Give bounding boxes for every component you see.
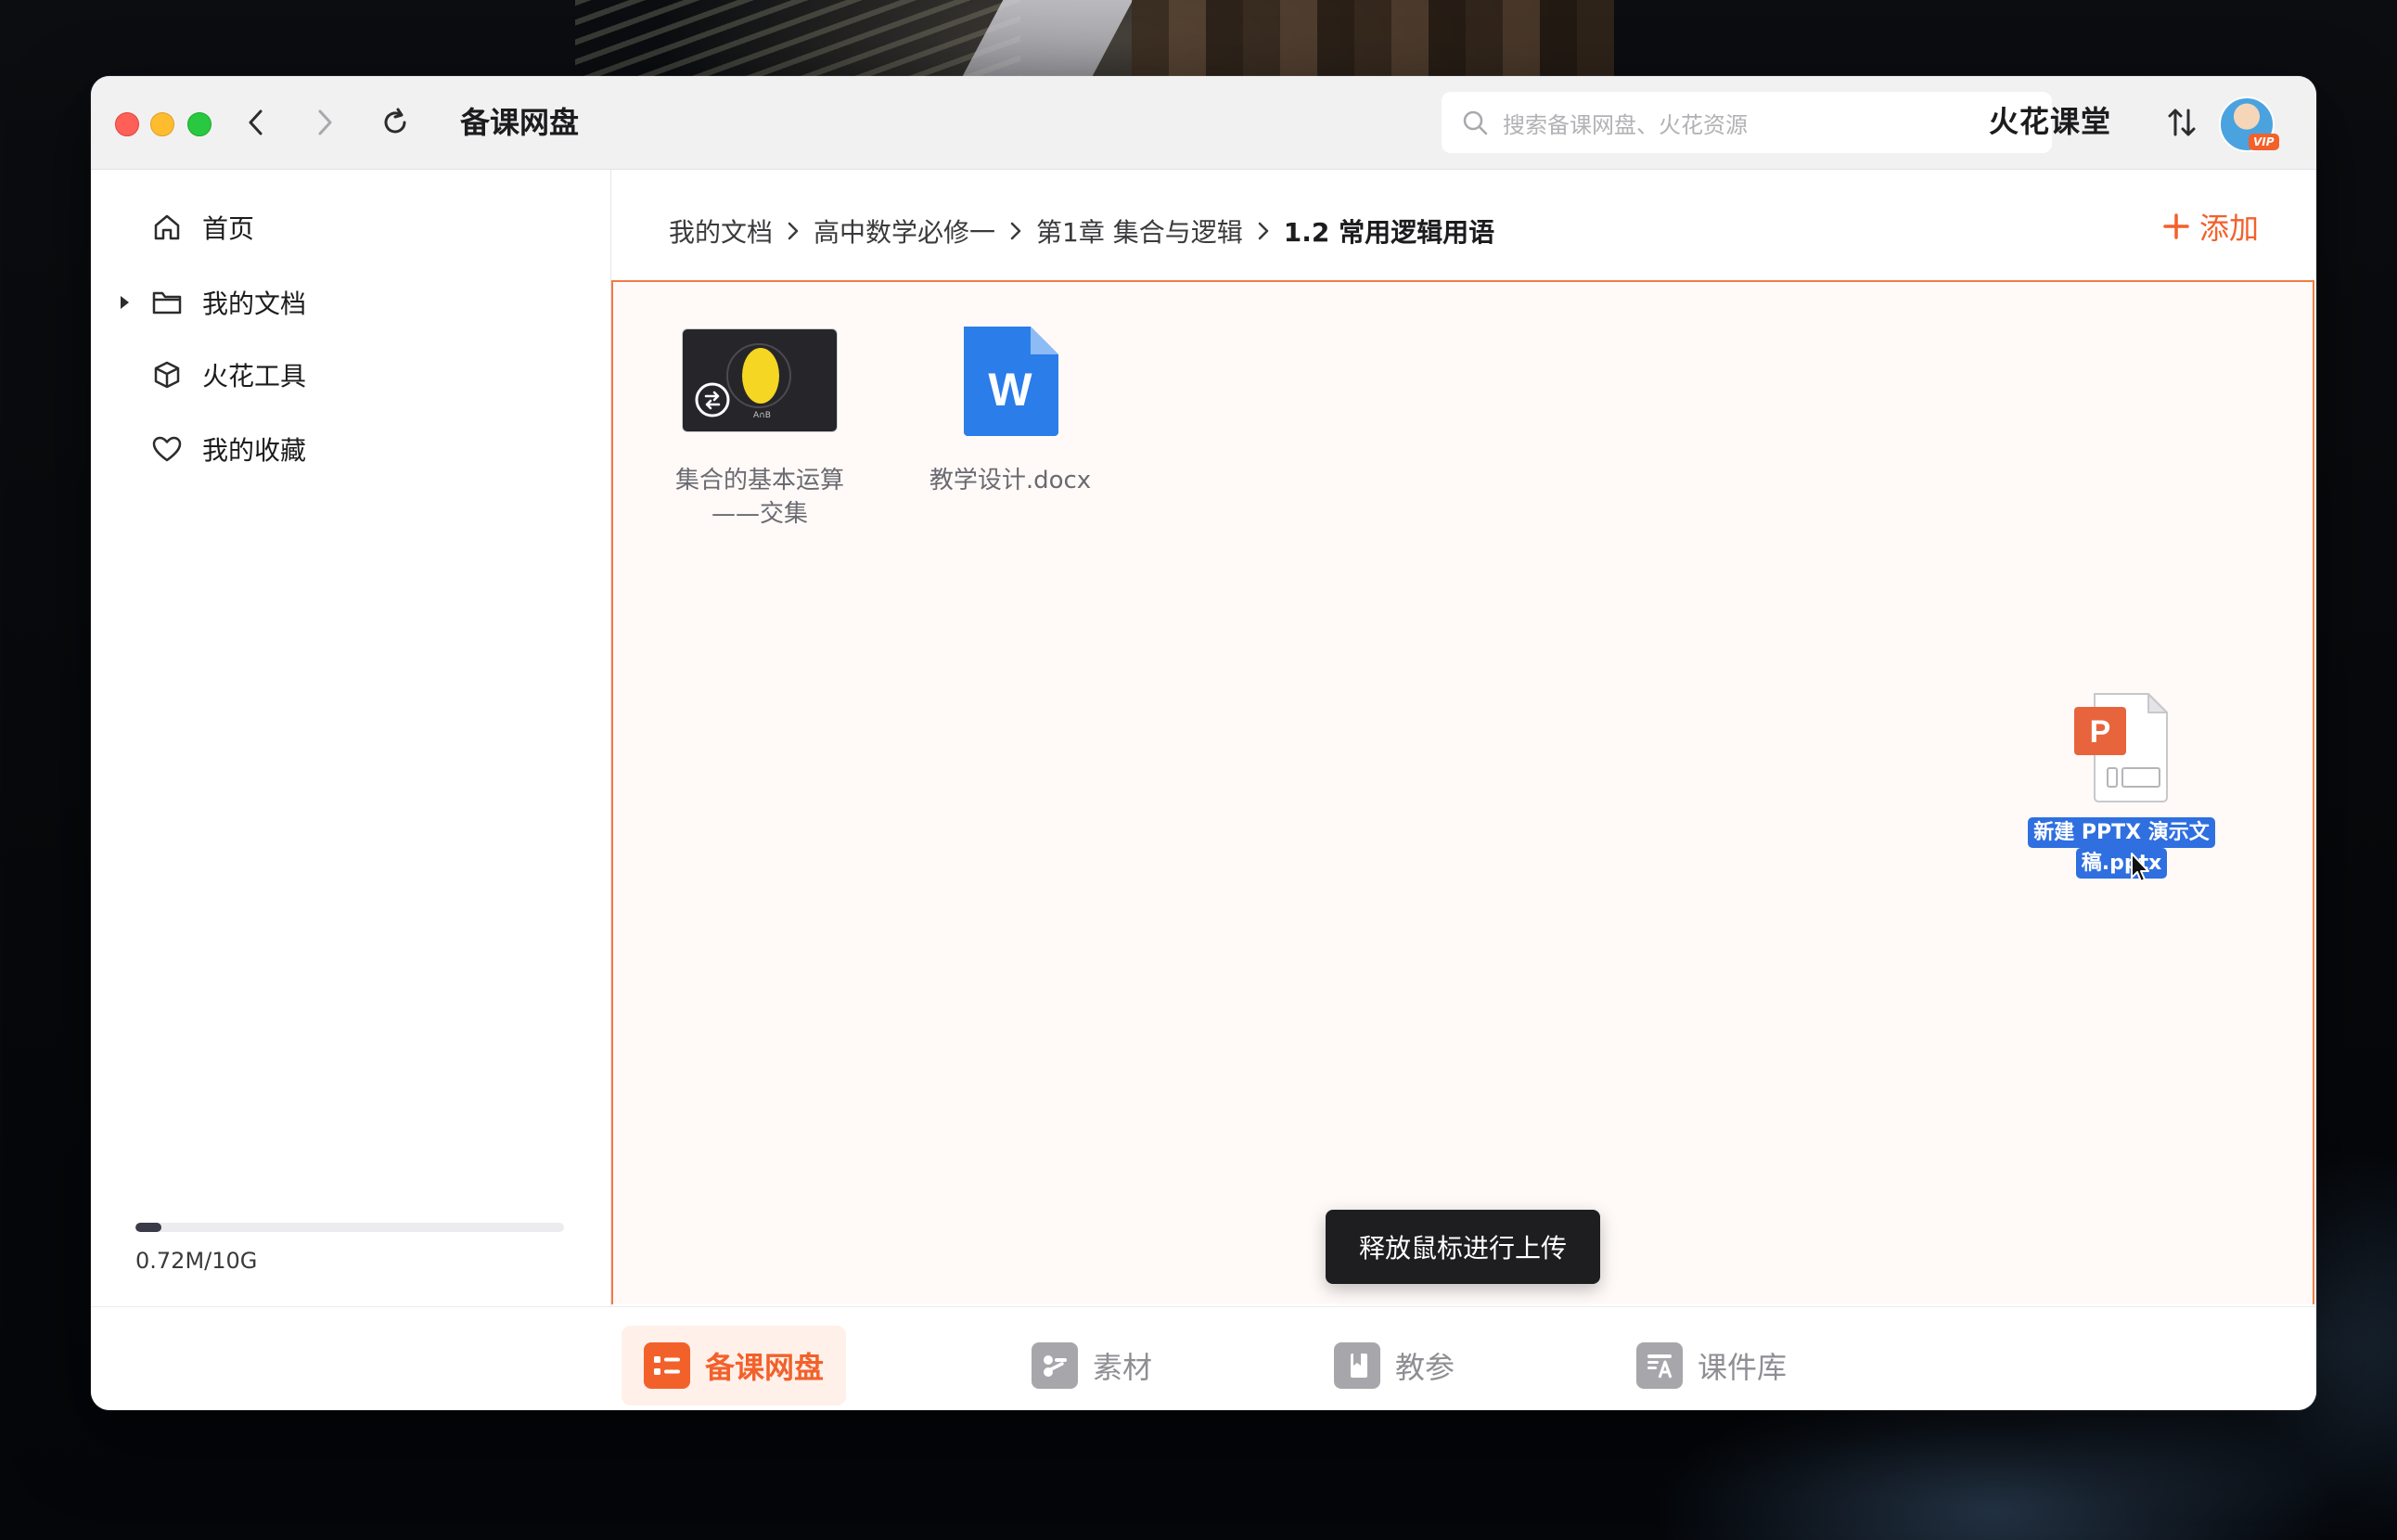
mouse-cursor-icon: [2131, 853, 2149, 882]
chevron-right-icon: [318, 109, 332, 135]
dragged-file-name-line: 新建 PPTX 演示文: [2028, 817, 2215, 848]
cube-icon: [150, 358, 184, 391]
file-item[interactable]: W 教学设计.docx: [917, 315, 1103, 497]
chevron-right-icon: [995, 211, 1036, 251]
file-name: 集合的基本运算——交集: [674, 467, 844, 528]
powerpoint-icon-letter: P: [2090, 714, 2111, 750]
search-icon: [1458, 106, 1492, 139]
sort-icon: [2168, 109, 2196, 136]
app-window: 备课网盘 搜索备课网盘、火花资源 火花课堂 VIP 首页 我的文档 火花工具 我…: [91, 76, 2316, 1410]
word-icon-letter: W: [988, 364, 1032, 416]
tab-prep-drive[interactable]: 备课网盘: [622, 1326, 847, 1405]
breadcrumb-item[interactable]: 高中数学必修一: [814, 212, 995, 250]
search-input[interactable]: 搜索备课网盘、火花资源: [1442, 92, 2052, 153]
sidebar: 首页 我的文档 火花工具 我的收藏 0.72M/10G: [91, 170, 611, 1306]
word-document-icon: W: [964, 327, 1058, 436]
tab-label: 课件库: [1698, 1350, 1788, 1385]
bottom-tab-bar: 备课网盘 素材 教参 课件库: [91, 1306, 2316, 1410]
forward-button[interactable]: [306, 104, 343, 141]
powerpoint-file-icon: P: [2074, 693, 2168, 802]
wallpaper-wood: [1132, 0, 1614, 83]
title-bar: 备课网盘 搜索备课网盘、火花资源 火花课堂 VIP: [91, 76, 2316, 170]
chevron-left-icon: [249, 109, 263, 135]
page-title: 备课网盘: [460, 105, 580, 140]
video-thumbnail-caption: A∩B: [753, 411, 771, 420]
home-icon: [150, 211, 184, 244]
close-window-button[interactable]: [115, 112, 139, 136]
chevron-right-icon: [773, 211, 814, 251]
vip-badge: VIP: [2249, 134, 2279, 150]
heart-icon: [150, 432, 184, 466]
dragged-file-name: 新建 PPTX 演示文 稿.pptx: [2022, 817, 2221, 879]
sidebar-item-label: 我的收藏: [202, 435, 307, 466]
brand-link[interactable]: 火花课堂: [1989, 100, 2111, 143]
refresh-button[interactable]: [377, 104, 414, 141]
sidebar-item-home[interactable]: 首页: [91, 199, 610, 255]
breadcrumb-item[interactable]: 我的文档: [669, 212, 773, 250]
refresh-icon: [384, 108, 406, 134]
materials-icon: [1032, 1342, 1078, 1389]
add-button-label: 添加: [2198, 211, 2259, 246]
tab-label: 素材: [1093, 1350, 1153, 1385]
zoom-window-button[interactable]: [187, 112, 212, 136]
tab-teacher-reference[interactable]: 教参: [1312, 1326, 1477, 1405]
courseware-icon: [1636, 1342, 1683, 1389]
sidebar-item-my-docs[interactable]: 我的文档: [91, 275, 610, 330]
folder-icon: [150, 286, 184, 319]
list-icon: [644, 1342, 690, 1389]
storage-usage-text: 0.72M/10G: [135, 1248, 258, 1274]
plus-icon: [2163, 213, 2189, 239]
tab-courseware-library[interactable]: 课件库: [1614, 1326, 1809, 1405]
expand-caret-icon[interactable]: [117, 295, 132, 310]
file-name: 教学设计.docx: [929, 467, 1092, 494]
breadcrumb-item[interactable]: 第1章 集合与逻辑: [1036, 212, 1243, 250]
file-item[interactable]: A∩B 集合的基本运算——交集: [667, 315, 852, 531]
tab-label: 备课网盘: [705, 1350, 825, 1385]
book-icon: [1334, 1342, 1380, 1389]
sidebar-item-label: 我的文档: [202, 289, 307, 319]
breadcrumb-current: 1.2 常用逻辑用语: [1283, 217, 1495, 248]
add-button[interactable]: 添加: [2162, 205, 2259, 248]
minimize-window-button[interactable]: [150, 112, 174, 136]
tab-materials[interactable]: 素材: [1009, 1326, 1174, 1405]
breadcrumb: 我的文档 高中数学必修一 第1章 集合与逻辑 1.2 常用逻辑用语: [669, 211, 1494, 251]
sort-button[interactable]: [2163, 104, 2200, 141]
sidebar-item-label: 火花工具: [202, 361, 307, 391]
sidebar-item-tools[interactable]: 火花工具: [91, 347, 610, 403]
dragged-file-name-line: 稿.pptx: [2075, 848, 2168, 879]
chevron-right-icon: [1243, 211, 1284, 251]
main-content: 我的文档 高中数学必修一 第1章 集合与逻辑 1.2 常用逻辑用语 添加 A∩B…: [611, 170, 2316, 1306]
video-thumbnail: A∩B: [682, 328, 838, 432]
file-drop-zone[interactable]: A∩B 集合的基本运算——交集 W 教学设计.docx 释放鼠标进行上传: [611, 280, 2314, 1304]
storage-progress-fill: [135, 1223, 161, 1232]
wallpaper-leaves: [575, 0, 1020, 79]
back-button[interactable]: [237, 104, 275, 141]
upload-toast: 释放鼠标进行上传: [1326, 1210, 1600, 1284]
storage-progress-bar: [135, 1223, 564, 1232]
tab-label: 教参: [1395, 1350, 1455, 1385]
sidebar-item-label: 首页: [202, 213, 255, 244]
search-placeholder: 搜索备课网盘、火花资源: [1503, 111, 1748, 138]
sidebar-item-favorites[interactable]: 我的收藏: [91, 421, 610, 477]
